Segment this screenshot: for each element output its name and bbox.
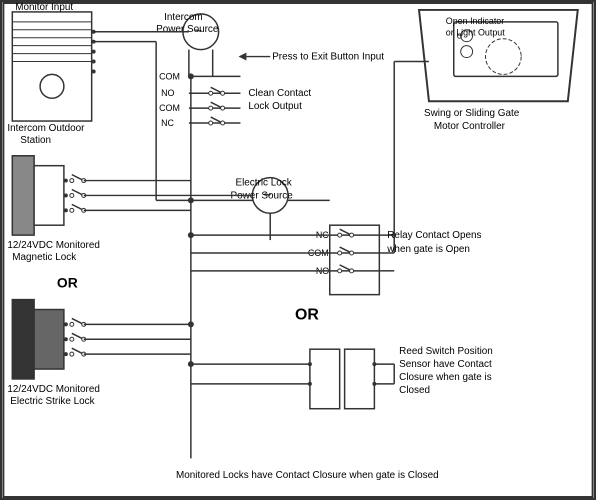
press-to-exit-label: Press to Exit Button Input bbox=[272, 52, 384, 63]
svg-text:COM: COM bbox=[159, 103, 180, 113]
wiring-diagram: Monitor Input Intercom Outdoor Station ~… bbox=[0, 0, 596, 500]
open-indicator-label2: or Light Output bbox=[446, 28, 505, 38]
reed-switch-label4: Closed bbox=[399, 385, 430, 396]
reed-switch-label3: Closure when gate is bbox=[399, 372, 492, 383]
svg-text:COM: COM bbox=[159, 71, 180, 81]
magnetic-lock-label: 12/24VDC Monitored bbox=[7, 240, 100, 251]
reed-switch-label: Reed Switch Position bbox=[399, 346, 493, 357]
svg-text:NC: NC bbox=[161, 118, 174, 128]
reed-switch-label2: Sensor have Contact bbox=[399, 359, 492, 370]
intercom-power-label2: Power Source bbox=[156, 24, 219, 35]
electric-strike-label2: Electric Strike Lock bbox=[10, 396, 94, 407]
magnetic-lock-label2: Magnetic Lock bbox=[12, 252, 76, 263]
electric-strike-label: 12/24VDC Monitored bbox=[7, 384, 100, 395]
clean-contact-label: Clean Contact bbox=[248, 88, 311, 99]
or-label-2: OR bbox=[295, 306, 319, 323]
swing-gate-label: Swing or Sliding Gate bbox=[424, 108, 520, 119]
clean-contact-label2: Lock Output bbox=[248, 101, 302, 112]
open-indicator-label: Open Indicator bbox=[446, 16, 504, 26]
or-label-1: OR bbox=[57, 275, 78, 291]
swing-gate-label2: Motor Controller bbox=[434, 121, 506, 132]
intercom-outdoor-label2: Station bbox=[20, 135, 51, 146]
intercom-outdoor-label: Intercom Outdoor bbox=[7, 123, 85, 134]
monitor-input-label: Monitor Input bbox=[15, 2, 73, 13]
relay-contact-label2: when gate is Open bbox=[386, 244, 470, 255]
electric-lock-power-label: Electric Lock bbox=[236, 178, 292, 189]
bottom-note: Monitored Locks have Contact Closure whe… bbox=[176, 470, 439, 481]
svg-text:NO: NO bbox=[161, 88, 174, 98]
intercom-power-label: Intercom bbox=[164, 12, 203, 23]
relay-contact-label: Relay Contact Opens bbox=[387, 230, 481, 241]
